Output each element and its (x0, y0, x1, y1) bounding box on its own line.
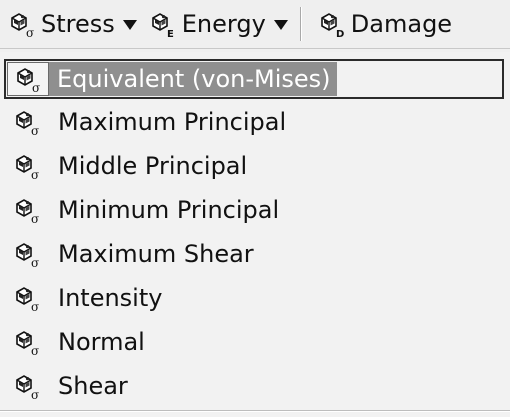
chevron-down-icon[interactable] (273, 20, 288, 30)
damage-dropdown-button[interactable]: D Damage (310, 4, 456, 44)
menu-divider (0, 410, 510, 412)
menu-item-shear[interactable]: σ Shear (4, 366, 504, 406)
toolbar-separator (299, 7, 302, 41)
stress-dropdown-button[interactable]: σ Stress (0, 4, 141, 44)
stress-sigma-icon: σ (4, 234, 50, 274)
menu-item-middle-principal[interactable]: σ Middle Principal (4, 146, 504, 186)
damage-d-icon: D (316, 9, 348, 39)
result-toolbar: σ Stress E Energy D Damage (0, 0, 510, 49)
stress-dropdown-menu: σ Equivalent (von-Mises) σ Maximum Princ… (0, 52, 510, 417)
svg-text:σ: σ (31, 168, 39, 181)
menu-item-maximum-shear[interactable]: σ Maximum Shear (4, 234, 504, 274)
menu-item-intensity[interactable]: σ Intensity (4, 278, 504, 318)
svg-text:σ: σ (31, 300, 39, 313)
menu-item-label: Maximum Principal (58, 108, 287, 136)
energy-label: Energy (181, 10, 266, 38)
stress-sigma-icon: σ (7, 62, 49, 96)
menu-item-maximum-principal[interactable]: σ Maximum Principal (4, 102, 504, 142)
stress-sigma-icon: σ (4, 102, 50, 142)
svg-text:σ: σ (31, 212, 39, 225)
stress-sigma-icon: σ (4, 278, 50, 318)
svg-text:D: D (336, 29, 344, 39)
menu-item-label: Middle Principal (58, 152, 248, 180)
energy-e-icon: E (147, 9, 179, 39)
svg-text:σ: σ (31, 124, 39, 137)
stress-sigma-icon: σ (4, 146, 50, 186)
menu-item-label: Intensity (58, 284, 163, 312)
menu-item-label: Minimum Principal (58, 196, 280, 224)
damage-label: Damage (350, 10, 453, 38)
menu-item-label: Normal (58, 328, 145, 356)
menu-item-label: Equivalent (von-Mises) (57, 65, 331, 93)
svg-text:σ: σ (31, 344, 39, 357)
menu-item-label: Maximum Shear (58, 240, 254, 268)
svg-text:σ: σ (31, 388, 39, 401)
stress-sigma-icon: σ (4, 190, 50, 230)
svg-text:σ: σ (26, 26, 34, 39)
menu-item-normal[interactable]: σ Normal (4, 322, 504, 362)
svg-text:E: E (167, 29, 174, 39)
svg-text:σ: σ (31, 256, 39, 269)
svg-text:σ: σ (32, 81, 40, 94)
energy-dropdown-button[interactable]: E Energy (141, 4, 292, 44)
stress-label: Stress (41, 10, 115, 38)
menu-item-label: Shear (58, 372, 128, 400)
stress-sigma-icon: σ (6, 9, 38, 39)
menu-item-equivalent-von-mises[interactable]: σ Equivalent (von-Mises) (4, 59, 504, 99)
chevron-down-icon[interactable] (122, 20, 137, 30)
stress-sigma-icon: σ (4, 322, 50, 362)
stress-sigma-icon: σ (4, 366, 50, 406)
selected-highlight: Equivalent (von-Mises) (49, 62, 337, 96)
menu-item-minimum-principal[interactable]: σ Minimum Principal (4, 190, 504, 230)
